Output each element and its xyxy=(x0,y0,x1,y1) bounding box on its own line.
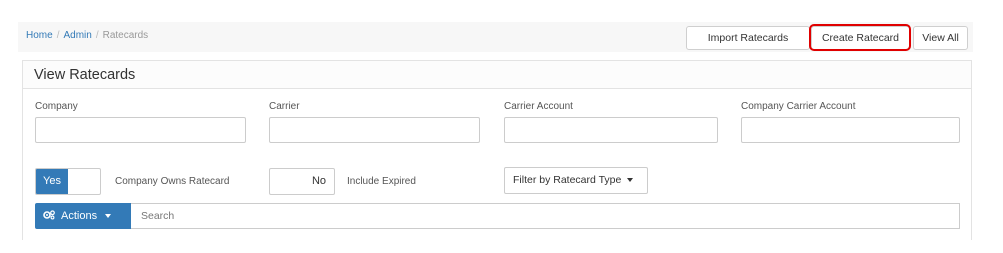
import-ratecards-button[interactable]: Import Ratecards xyxy=(686,26,810,50)
toggle-yes: Yes xyxy=(36,169,68,194)
carrier-label: Carrier xyxy=(269,101,300,112)
actions-label: Actions xyxy=(61,210,98,222)
company-owns-toggle[interactable]: Yes xyxy=(35,168,101,195)
ratecard-type-select-label: Filter by Ratecard Type xyxy=(513,174,622,186)
breadcrumb-current: Ratecards xyxy=(102,30,149,41)
company-label: Company xyxy=(35,101,78,112)
actions-button[interactable]: Actions xyxy=(35,203,131,229)
ratecard-type-select[interactable]: Filter by Ratecard Type xyxy=(504,167,648,194)
include-expired-toggle[interactable]: No xyxy=(269,168,335,195)
gears-icon xyxy=(43,210,55,220)
panel-title: View Ratecards xyxy=(23,61,971,89)
company-input[interactable] xyxy=(35,117,246,143)
breadcrumb: Home / Admin / Ratecards xyxy=(26,30,148,41)
company-owns-label: Company Owns Ratecard xyxy=(115,176,230,187)
company-carrier-account-input[interactable] xyxy=(741,117,960,143)
breadcrumb-separator: / xyxy=(56,30,60,41)
chevron-down-icon xyxy=(627,178,634,183)
company-carrier-account-label: Company Carrier Account xyxy=(741,101,856,112)
toggle-no: No xyxy=(311,175,326,187)
view-all-button[interactable]: View All xyxy=(913,26,968,50)
search-input[interactable]: Search xyxy=(131,203,960,229)
carrier-input[interactable] xyxy=(269,117,480,143)
view-ratecards-panel: View Ratecards Company Carrier Carrier A… xyxy=(22,60,972,240)
create-ratecard-button[interactable]: Create Ratecard xyxy=(811,26,910,50)
carrier-account-label: Carrier Account xyxy=(504,101,573,112)
chevron-down-icon xyxy=(105,214,112,219)
breadcrumb-separator: / xyxy=(95,30,99,41)
breadcrumb-home[interactable]: Home xyxy=(26,30,53,41)
carrier-account-input[interactable] xyxy=(504,117,718,143)
breadcrumb-admin[interactable]: Admin xyxy=(63,30,91,41)
include-expired-label: Include Expired xyxy=(347,176,416,187)
